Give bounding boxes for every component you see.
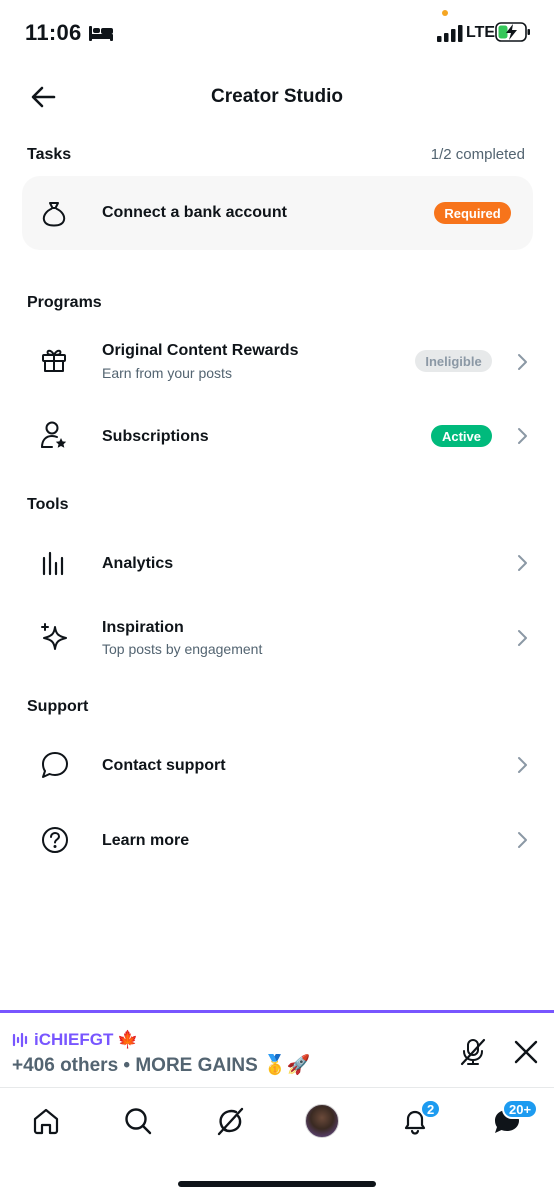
- status-bar: 11:06 LTE: [0, 0, 554, 66]
- header: Creator Studio: [0, 70, 554, 126]
- mic-off-icon: [460, 1038, 486, 1066]
- grok-icon: [217, 1107, 244, 1136]
- nav-profile[interactable]: [304, 1103, 340, 1139]
- program-original-content-rewards[interactable]: Original Content Rewards Earn from your …: [0, 332, 554, 392]
- section-title-support: Support: [27, 698, 89, 715]
- ineligible-badge: Ineligible: [415, 350, 492, 372]
- battery-charging-icon: [495, 22, 530, 42]
- spaces-subtitle: +406 others • MORE GAINS 🥇🚀: [12, 1055, 311, 1076]
- close-button[interactable]: [513, 1039, 539, 1065]
- spaces-host-name: iCHIEFGT: [34, 1030, 114, 1049]
- nav-grok[interactable]: [212, 1103, 248, 1139]
- tool-sublabel: Top posts by engagement: [102, 641, 263, 657]
- nav-home[interactable]: [28, 1103, 64, 1139]
- search-icon: [125, 1108, 152, 1135]
- chevron-right-icon: [518, 832, 527, 848]
- chat-bubble-icon: [42, 752, 68, 778]
- tool-analytics[interactable]: Analytics: [0, 533, 554, 593]
- program-sublabel: Earn from your posts: [102, 365, 232, 381]
- program-label: Subscriptions: [102, 428, 209, 445]
- privacy-indicator-dot: [442, 10, 448, 16]
- audio-wave-icon: [12, 1032, 28, 1048]
- section-title-programs: Programs: [27, 294, 102, 311]
- chevron-right-icon: [518, 555, 527, 571]
- mic-off-button[interactable]: [458, 1037, 488, 1067]
- section-title-tools: Tools: [27, 496, 69, 513]
- tool-label: Inspiration: [102, 619, 184, 636]
- support-label: Contact support: [102, 757, 226, 774]
- page-title: Creator Studio: [211, 86, 343, 107]
- required-badge: Required: [434, 202, 511, 224]
- nav-search[interactable]: [120, 1103, 156, 1139]
- chevron-right-icon: [518, 630, 527, 646]
- money-bag-icon: [42, 202, 66, 227]
- spaces-mini-player[interactable]: iCHIEFGT 🍁 +406 others • MORE GAINS 🥇🚀: [0, 1010, 554, 1088]
- task-label: Connect a bank account: [102, 204, 287, 221]
- tasks-progress: 1/2 completed: [430, 146, 525, 163]
- task-connect-bank-account[interactable]: Connect a bank account Required: [22, 176, 533, 250]
- active-badge: Active: [431, 425, 492, 447]
- avatar: [305, 1104, 339, 1138]
- chevron-right-icon: [518, 354, 527, 370]
- tool-label: Analytics: [102, 555, 174, 572]
- close-icon: [514, 1040, 538, 1064]
- gift-icon: [42, 349, 66, 372]
- spaces-host-emoji: 🍁: [117, 1030, 139, 1049]
- support-label: Learn more: [102, 832, 190, 849]
- section-title-tasks: Tasks: [27, 146, 72, 163]
- network-label: LTE: [466, 24, 496, 41]
- support-contact[interactable]: Contact support: [0, 735, 554, 795]
- signal-icon: [437, 25, 463, 42]
- bar-chart-icon: [42, 551, 64, 576]
- status-time: 11:06: [25, 20, 82, 45]
- bed-icon: [89, 26, 113, 41]
- help-circle-icon: [42, 827, 68, 853]
- chevron-right-icon: [518, 428, 527, 444]
- program-subscriptions[interactable]: Subscriptions Active: [0, 406, 554, 466]
- notifications-count-badge: 2: [420, 1099, 442, 1119]
- program-label: Original Content Rewards: [102, 342, 299, 359]
- messages-count-badge: 20+: [502, 1099, 539, 1119]
- tool-inspiration[interactable]: Inspiration Top posts by engagement: [0, 608, 554, 668]
- chevron-right-icon: [518, 757, 527, 773]
- sparkle-icon: [41, 623, 67, 650]
- spaces-host: iCHIEFGT 🍁: [12, 1030, 139, 1050]
- person-star-icon: [41, 421, 67, 448]
- home-indicator: [178, 1181, 376, 1187]
- support-learn-more[interactable]: Learn more: [0, 810, 554, 870]
- home-icon: [33, 1108, 59, 1135]
